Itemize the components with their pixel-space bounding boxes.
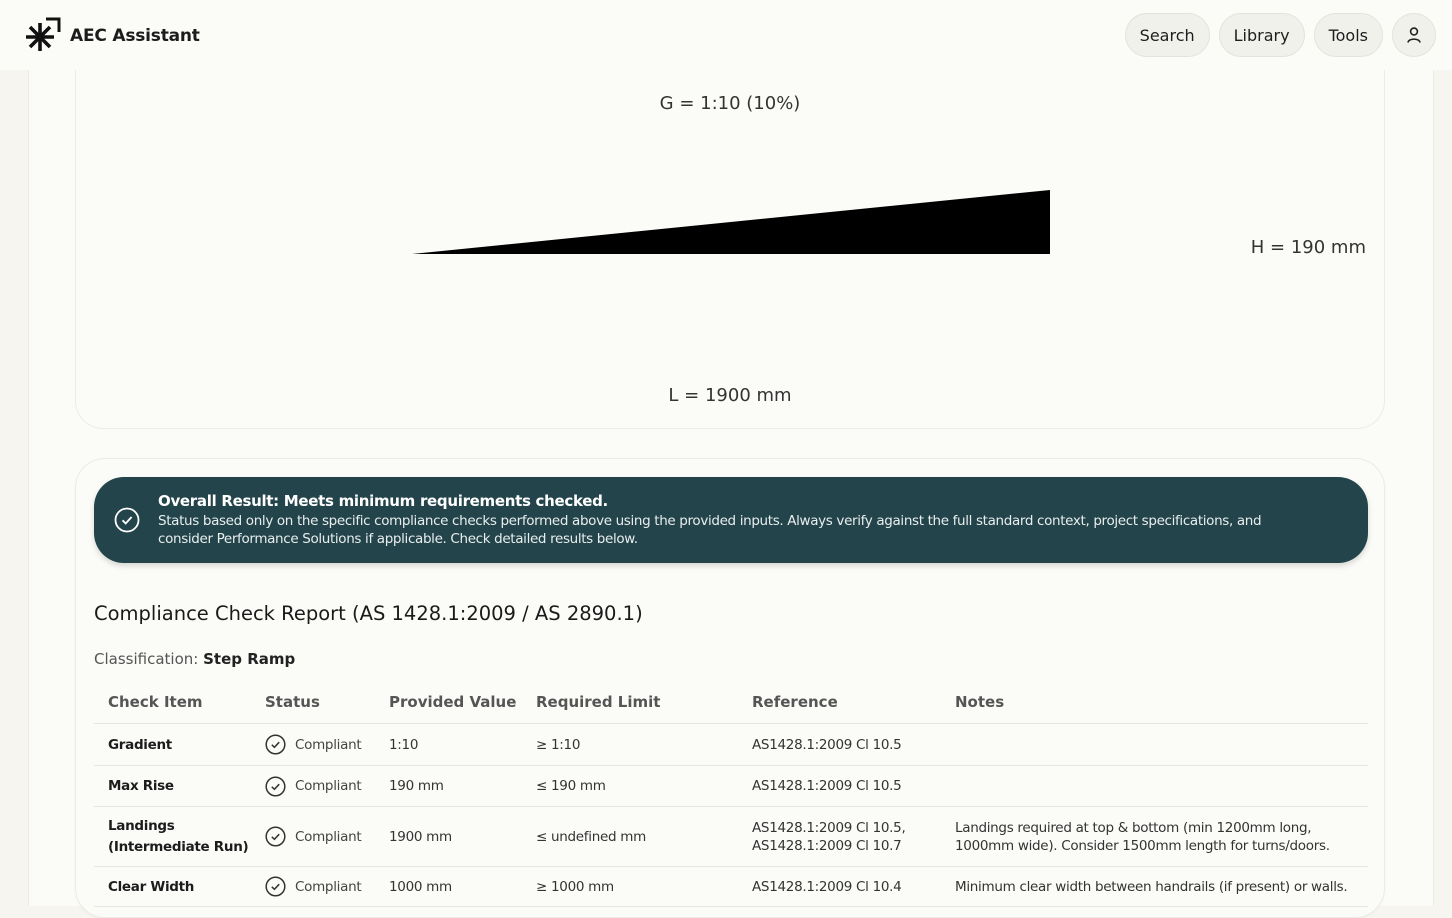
col-notes: Notes (941, 681, 1368, 724)
check-circle-icon (265, 876, 286, 897)
col-provided-value: Provided Value (375, 681, 522, 724)
notes (941, 723, 1368, 766)
user-icon (1407, 27, 1421, 43)
status-badge: Compliant (265, 826, 375, 847)
col-status: Status (251, 681, 375, 724)
table-header-row: Check Item Status Provided Value Require… (94, 681, 1368, 724)
asterisk-logo-icon (24, 17, 61, 54)
provided-value: 1000 mm (375, 866, 522, 907)
check-item: Clear Width (94, 866, 251, 907)
reference: AS1428.1:2009 Cl 10.4 (738, 866, 941, 907)
length-label: L = 1900 mm (668, 385, 792, 406)
table-row: Clear Width Compliant 1000 mm ≥ 1000 mm … (94, 866, 1368, 907)
status-text: Compliant (295, 778, 362, 794)
brand[interactable]: AEC Assistant (24, 17, 200, 54)
required-limit: ≥ 1000 mm (522, 866, 738, 907)
report-title: Compliance Check Report (AS 1428.1:2009 … (94, 602, 643, 625)
provided-value: 190 mm (375, 765, 522, 807)
ramp-diagram-card: G = 1:10 (10%) H = 190 mm L = 1900 mm (75, 70, 1385, 429)
classification-label: Classification: (94, 650, 199, 668)
top-nav: Search Library Tools (1124, 13, 1436, 57)
search-button[interactable]: Search (1124, 13, 1210, 57)
check-circle-icon (265, 734, 286, 755)
table-row: Max Rise Compliant 190 mm ≤ 190 mm AS142… (94, 765, 1368, 807)
ramp-shape (412, 190, 1050, 254)
status-badge: Compliant (265, 876, 375, 897)
classification: Classification: Step Ramp (94, 650, 295, 668)
check-item: Landings (Intermediate Run) (94, 806, 251, 867)
library-button[interactable]: Library (1218, 13, 1305, 57)
top-bar: AEC Assistant Search Library Tools (0, 0, 1452, 70)
col-required-limit: Required Limit (522, 681, 738, 724)
check-item: Gradient (94, 723, 251, 766)
reference: AS1428.1:2009 Cl 10.5 (738, 723, 941, 766)
provided-value: 1:10 (375, 723, 522, 766)
tools-button[interactable]: Tools (1313, 13, 1383, 57)
height-label: H = 190 mm (1250, 237, 1366, 258)
status-text: Compliant (295, 828, 362, 845)
notes: Landings required at top & bottom (min 1… (941, 806, 1368, 867)
result-description: Status based only on the specific compli… (158, 513, 1262, 547)
status-text: Compliant (295, 878, 362, 895)
status-text: Compliant (295, 736, 362, 753)
required-limit: ≥ 1:10 (522, 723, 738, 766)
required-limit: ≤ 190 mm (522, 765, 738, 807)
reference: AS1428.1:2009 Cl 10.5, AS1428.1:2009 Cl … (738, 806, 941, 867)
compliance-report-card: Overall Result: Meets minimum requiremen… (75, 458, 1385, 918)
classification-value: Step Ramp (203, 650, 296, 668)
table-row: Gradient Compliant 1:10 ≥ 1:10 AS1428.1:… (94, 723, 1368, 766)
compliance-table: Check Item Status Provided Value Require… (94, 681, 1368, 907)
status-badge: Compliant (265, 775, 375, 797)
table-row: Landings (Intermediate Run) Compliant 19… (94, 806, 1368, 867)
check-circle-icon (265, 775, 286, 797)
col-check-item: Check Item (94, 681, 251, 724)
reference: AS1428.1:2009 Cl 10.5 (738, 765, 941, 807)
ramp-diagram (412, 190, 1050, 254)
required-limit: ≤ undefined mm (522, 806, 738, 867)
check-circle-icon (265, 826, 286, 847)
notes: Minimum clear width between handrails (i… (941, 866, 1368, 907)
app-name: AEC Assistant (70, 25, 200, 46)
account-button[interactable] (1392, 13, 1436, 57)
col-reference: Reference (738, 681, 941, 724)
status-badge: Compliant (265, 734, 375, 755)
result-title: Overall Result: Meets minimum requiremen… (158, 492, 608, 510)
provided-value: 1900 mm (375, 806, 522, 867)
notes (941, 765, 1368, 807)
gradient-label: G = 1:10 (10%) (659, 93, 801, 114)
check-item: Max Rise (94, 765, 251, 807)
overall-result-banner: Overall Result: Meets minimum requiremen… (94, 477, 1368, 563)
check-circle-icon (114, 507, 140, 533)
